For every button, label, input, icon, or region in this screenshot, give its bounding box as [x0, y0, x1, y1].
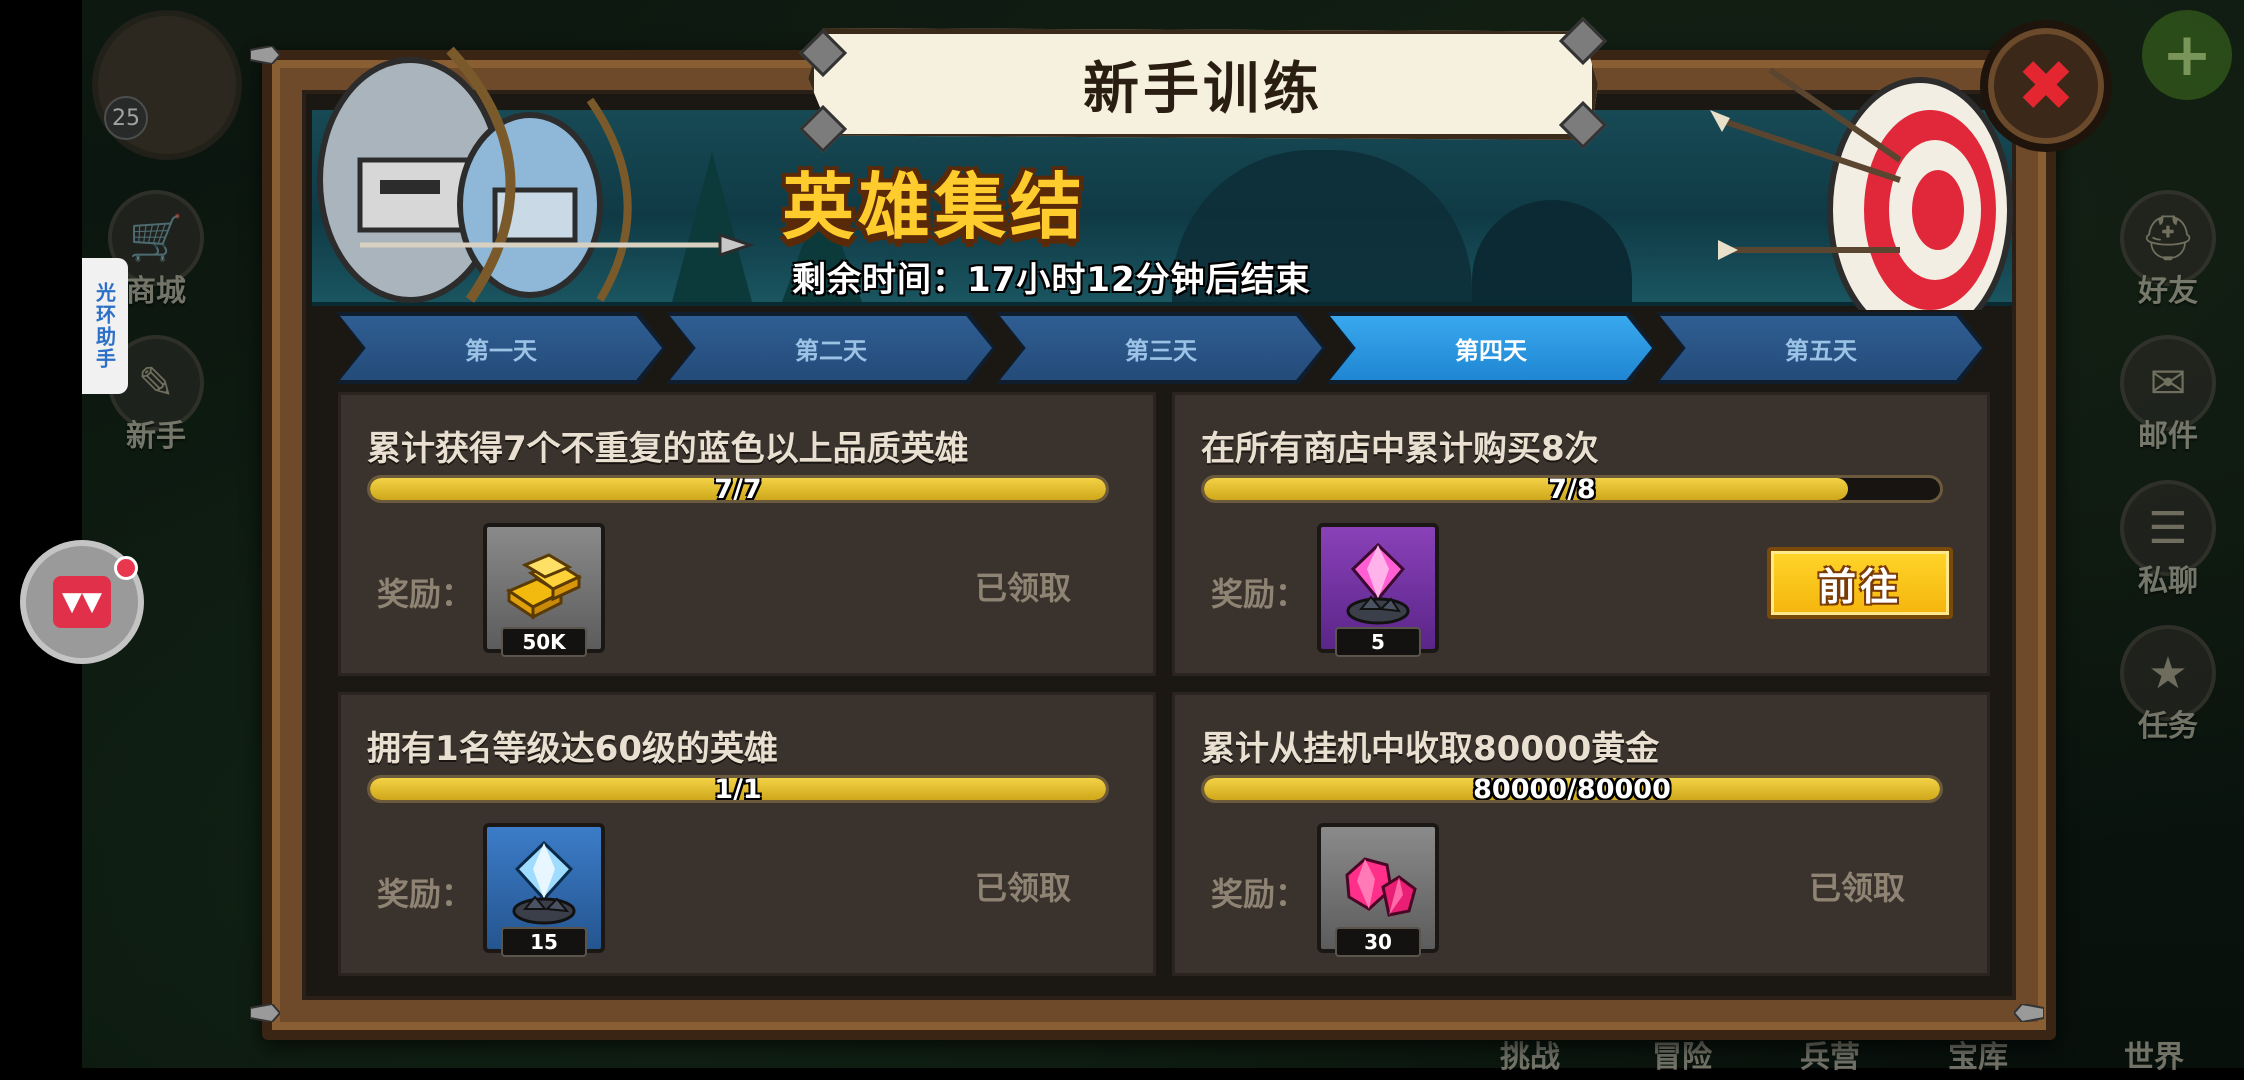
- tab-day-5[interactable]: 第五天: [1660, 316, 1982, 380]
- bottom-letterbox: [0, 1068, 2244, 1080]
- day-tabs: 第一天 第二天 第三天 第四天 第五天: [336, 312, 1986, 384]
- gold-bars-icon: [505, 553, 583, 620]
- reward-label: 奖励：: [377, 875, 474, 913]
- reward-amount: 30: [1335, 927, 1421, 957]
- task-card: 累计获得7个不重复的蓝色以上品质英雄 7/7 奖励： 50K 已领取: [338, 392, 1156, 676]
- reward-item-slot[interactable]: 5: [1317, 523, 1439, 657]
- task-card: 累计从挂机中收取80000黄金 80000/80000 奖励： 30 已领取: [1172, 692, 1990, 976]
- event-banner-title: 英雄集结: [782, 165, 1087, 249]
- mail-button[interactable]: ✉ 邮件: [2120, 335, 2216, 455]
- task-progress-text: 7/7: [714, 475, 762, 503]
- go-button[interactable]: 前往: [1767, 547, 1953, 619]
- tab-day-2[interactable]: 第二天: [670, 316, 992, 380]
- claimed-status: 已领取: [975, 869, 1072, 907]
- floating-assistant-button[interactable]: ▼▼: [20, 540, 144, 664]
- reward-amount: 15: [501, 927, 587, 957]
- reward-item-slot[interactable]: 30: [1317, 823, 1439, 957]
- task-progress-text: 80000/80000: [1473, 775, 1671, 803]
- close-icon: ✖: [2016, 45, 2076, 127]
- dialog-title: 新手训练: [1083, 56, 1323, 122]
- task-progress-text: 7/8: [1548, 475, 1596, 503]
- task-card: 在所有商店中累计购买8次 7/8 奖励： 5 前往: [1172, 392, 1990, 676]
- quest-button[interactable]: ★ 任务: [2120, 625, 2216, 745]
- event-countdown-timer: 剩余时间：17小时12分钟后结束: [792, 260, 1311, 300]
- player-avatar[interactable]: 25: [92, 10, 242, 160]
- reward-item-slot[interactable]: 15: [483, 823, 605, 957]
- claimed-status: 已领取: [975, 569, 1072, 607]
- target-illustration: [1710, 67, 2013, 310]
- notification-dot: [114, 556, 138, 580]
- task-progress-text: 1/1: [714, 775, 762, 803]
- task-title: 累计获得7个不重复的蓝色以上品质英雄: [367, 429, 969, 469]
- frame-nail-decoration: [2012, 1002, 2045, 1024]
- shop-label: 商城: [126, 274, 186, 309]
- reward-label: 奖励：: [1211, 875, 1308, 913]
- task-progress-bar: 1/1: [367, 775, 1109, 803]
- reward-amount: 50K: [501, 627, 587, 657]
- friends-button[interactable]: ⛑ 好友: [2120, 190, 2216, 310]
- blue-crystal-icon: [512, 840, 576, 925]
- task-progress-bar: 80000/80000: [1201, 775, 1943, 803]
- left-letterbox: [0, 0, 82, 1080]
- task-title: 在所有商店中累计购买8次: [1201, 429, 1599, 469]
- task-title: 拥有1名等级达60级的英雄: [367, 729, 778, 769]
- mail-label: 邮件: [2138, 419, 2198, 454]
- tab-day-4[interactable]: 第四天: [1330, 316, 1652, 380]
- friends-label: 好友: [2138, 274, 2198, 309]
- claimed-status: 已领取: [1809, 869, 1906, 907]
- monster-icon: ▼▼: [53, 576, 111, 628]
- banner-door-decoration: [1472, 200, 1632, 302]
- tab-day-1[interactable]: 第一天: [340, 316, 662, 380]
- frame-nail-decoration: [249, 1002, 282, 1024]
- quest-label: 任务: [2138, 709, 2198, 744]
- reward-label: 奖励：: [377, 575, 474, 613]
- reward-amount: 5: [1335, 627, 1421, 657]
- nav-world[interactable]: 世界: [2124, 1032, 2184, 1076]
- task-title: 累计从挂机中收取80000黄金: [1201, 729, 1660, 769]
- add-button[interactable]: +: [2142, 10, 2232, 100]
- task-progress-bar: 7/7: [367, 475, 1109, 503]
- frame-nail-decoration: [249, 44, 282, 66]
- player-level-badge: 25: [104, 96, 148, 140]
- task-progress-bar: 7/8: [1201, 475, 1943, 503]
- tab-day-3[interactable]: 第三天: [1000, 316, 1322, 380]
- assist-side-tab[interactable]: 光环助手: [82, 258, 128, 394]
- close-button[interactable]: ✖: [1980, 20, 2112, 152]
- chat-button[interactable]: ☰ 私聊: [2120, 480, 2216, 600]
- chat-label: 私聊: [2138, 564, 2198, 599]
- purple-gem-icon: [1346, 542, 1410, 625]
- newbie-label: 新手: [126, 419, 186, 454]
- archers-illustration: [317, 46, 755, 303]
- reward-item-slot[interactable]: 50K: [483, 523, 605, 657]
- pink-gems-icon: [1345, 857, 1417, 917]
- reward-label: 奖励：: [1211, 575, 1308, 613]
- dialog-title-plaque: 新手训练: [808, 28, 1598, 140]
- task-card: 拥有1名等级达60级的英雄 1/1 奖励： 15 已领取: [338, 692, 1156, 976]
